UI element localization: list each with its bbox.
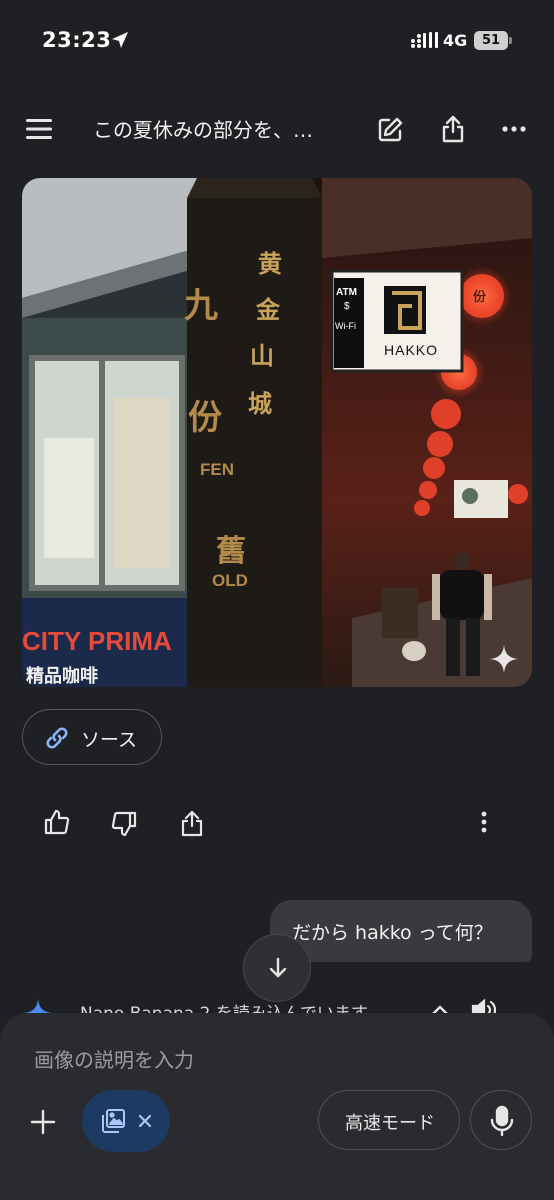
thumb-up-icon[interactable]	[44, 809, 70, 835]
sign-atm: ATM	[336, 287, 357, 298]
composer: 高速モード	[0, 1013, 554, 1200]
close-icon[interactable]	[138, 1114, 152, 1128]
generated-image[interactable]: ATM $ Wi-Fi HAKKO 黄 金 山 城 九 份 FEN 舊 OLD …	[22, 178, 532, 687]
user-message-text: だから hakko って何？	[292, 922, 493, 944]
sign-dollar: $	[344, 301, 350, 312]
scroll-to-bottom-button[interactable]	[243, 934, 311, 1002]
menu-icon[interactable]	[26, 118, 54, 140]
sign-old-text: OLD	[212, 571, 248, 590]
status-bar: 23:23 4G 51	[0, 0, 554, 80]
chat-title[interactable]: この夏休みの部分を、…	[93, 114, 353, 143]
mode-label: 高速モード	[345, 1113, 435, 1134]
sign-store: CITY PRIMA	[22, 626, 172, 656]
prompt-input[interactable]	[34, 1043, 514, 1077]
sign-fen-char: 份	[188, 398, 222, 438]
mic-button[interactable]	[470, 1090, 532, 1150]
status-time: 23:23	[42, 28, 112, 52]
link-icon	[46, 727, 68, 749]
kebab-icon[interactable]	[480, 811, 488, 833]
image-icon	[102, 1109, 125, 1133]
sign-vertical-4: 城	[248, 390, 272, 418]
share-icon[interactable]	[180, 809, 204, 837]
app-header: この夏休みの部分を、…	[0, 100, 554, 158]
sign-jiu: 九	[184, 286, 218, 326]
sign-store-sub: 精品咖啡	[26, 666, 98, 687]
signal-bars-icon	[411, 32, 438, 48]
sign-old-char: 舊	[216, 534, 246, 569]
source-label: ソース	[81, 729, 138, 751]
mic-icon	[490, 1105, 514, 1137]
sign-brand: HAKKO	[384, 342, 439, 358]
share-icon[interactable]	[440, 114, 466, 144]
battery-level: 51	[474, 31, 508, 50]
more-icon[interactable]	[502, 126, 526, 132]
arrow-down-icon	[269, 957, 287, 978]
edit-icon[interactable]	[376, 116, 404, 144]
sign-text-layer: ATM $ Wi-Fi HAKKO 黄 金 山 城 九 份 FEN 舊 OLD …	[22, 178, 532, 687]
thumb-down-icon[interactable]	[111, 811, 137, 837]
sign-vertical-1: 黄	[258, 250, 282, 278]
speed-mode-button[interactable]: 高速モード	[318, 1090, 460, 1150]
source-chip[interactable]: ソース	[22, 709, 162, 765]
image-attachment-chip[interactable]	[82, 1090, 170, 1152]
sparkle-icon	[490, 645, 518, 673]
sign-lantern-char: 份	[473, 290, 487, 305]
sign-fen-text: FEN	[200, 460, 234, 479]
sign-vertical-3: 山	[250, 342, 274, 370]
sign-vertical-2: 金	[256, 296, 280, 324]
user-message-bubble: だから hakko って何？	[270, 900, 532, 962]
sign-wifi: Wi-Fi	[335, 321, 356, 331]
battery-cap	[509, 37, 512, 44]
location-arrow-icon	[112, 32, 128, 48]
plus-icon[interactable]	[30, 1109, 56, 1135]
response-actions	[0, 805, 554, 845]
network-type: 4G	[443, 31, 468, 50]
